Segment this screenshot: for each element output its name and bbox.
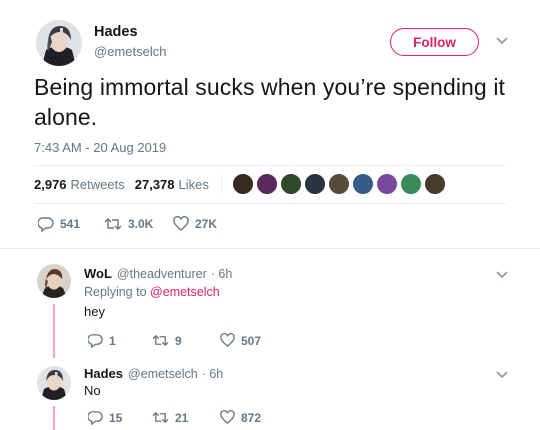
liker-avatar[interactable]: [423, 173, 446, 195]
retweets-count: 2,976: [34, 176, 67, 192]
reply-count: 1: [109, 333, 116, 348]
retweet-button[interactable]: 21: [152, 410, 188, 425]
like-button[interactable]: 872: [220, 410, 261, 425]
reply-author-handle[interactable]: @theadventurer: [117, 267, 207, 281]
reply-time[interactable]: · 6h: [211, 267, 233, 281]
reply-icon: [88, 334, 103, 348]
reply-author-name[interactable]: Hades: [84, 366, 123, 381]
chevron-down-icon[interactable]: [496, 37, 508, 45]
retweet-icon: [104, 218, 122, 230]
replying-to-link[interactable]: @emetselch: [150, 285, 220, 299]
reply-header: Hades @emetselch · 6h: [84, 366, 223, 381]
divider: [0, 248, 540, 249]
likes-label: Likes: [178, 176, 209, 192]
retweet-icon: [152, 334, 169, 347]
retweet-button[interactable]: 3.0K: [104, 216, 153, 232]
reply-count: 541: [60, 217, 81, 231]
like-count: 507: [241, 333, 262, 348]
divider: [34, 203, 506, 204]
author-avatar[interactable]: [36, 20, 82, 66]
liker-avatar[interactable]: [399, 173, 422, 195]
reply-button[interactable]: 1: [88, 333, 116, 348]
retweets-label: Retweets: [70, 176, 125, 192]
liker-avatar[interactable]: [351, 173, 374, 195]
liker-avatar[interactable]: [279, 173, 302, 195]
replying-to-prefix: Replying to: [84, 285, 147, 299]
heart-icon: [220, 333, 235, 347]
heart-icon: [220, 410, 235, 424]
thread-line: [53, 406, 55, 430]
liker-avatars: [231, 173, 448, 195]
chevron-down-icon[interactable]: [496, 371, 508, 379]
reply-avatar[interactable]: [37, 264, 71, 298]
retweet-icon: [152, 411, 169, 424]
reply-text: hey: [84, 304, 105, 319]
reply-author-name[interactable]: WoL: [84, 266, 112, 281]
divider: [34, 165, 506, 166]
like-count: 27K: [195, 217, 218, 231]
likes-stat[interactable]: 27,378 Likes: [135, 177, 209, 192]
reply-icon: [38, 217, 54, 232]
reply-avatar[interactable]: [37, 366, 71, 400]
liker-avatar[interactable]: [327, 173, 350, 195]
retweet-count: 3.0K: [128, 217, 154, 231]
engagement-stats: 2,976 Retweets 27,378 Likes: [34, 172, 448, 196]
thread-line: [53, 304, 55, 358]
like-button[interactable]: 27K: [173, 216, 217, 232]
author-handle[interactable]: @emetselch: [94, 44, 166, 59]
retweet-count: 9: [175, 333, 182, 348]
likes-count: 27,378: [134, 176, 175, 192]
liker-avatar[interactable]: [303, 173, 326, 195]
stats-separator: [220, 174, 222, 194]
liker-avatar[interactable]: [255, 173, 278, 195]
reply-text: No: [84, 383, 101, 398]
author-name[interactable]: Hades: [94, 24, 138, 40]
reply-button[interactable]: 541: [38, 216, 80, 232]
liker-avatar[interactable]: [231, 173, 254, 195]
tweet-text: Being immortal sucks when you’re spendin…: [34, 74, 506, 130]
reply-header: WoL @theadventurer · 6h: [84, 266, 232, 281]
reply-button[interactable]: 15: [88, 410, 122, 425]
heart-icon: [173, 216, 189, 231]
retweets-stat[interactable]: 2,976 Retweets: [34, 177, 125, 192]
reply-author-handle[interactable]: @emetselch: [128, 367, 198, 381]
reply-icon: [88, 411, 103, 425]
retweet-button[interactable]: 9: [152, 333, 182, 348]
reply-count: 15: [109, 410, 123, 425]
like-count: 872: [241, 410, 262, 425]
replying-to: Replying to @emetselch: [84, 285, 220, 299]
liker-avatar[interactable]: [375, 173, 398, 195]
like-button[interactable]: 507: [220, 333, 261, 348]
chevron-down-icon[interactable]: [496, 271, 508, 279]
follow-button[interactable]: Follow: [390, 28, 479, 56]
reply-time[interactable]: · 6h: [202, 367, 224, 381]
retweet-count: 21: [175, 410, 189, 425]
tweet-timestamp[interactable]: 7:43 AM - 20 Aug 2019: [34, 140, 166, 155]
